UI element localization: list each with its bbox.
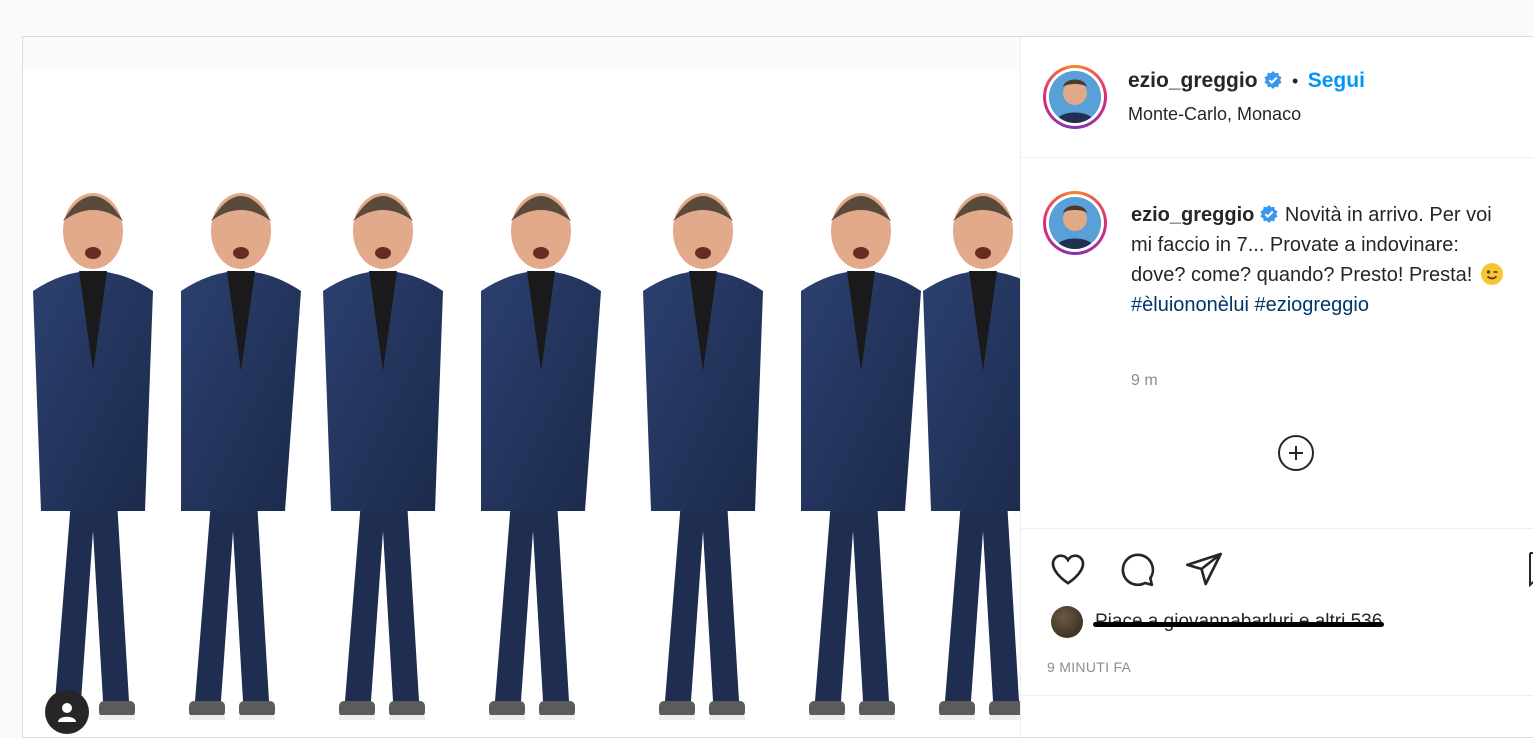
post-username[interactable]: ezio_greggio <box>1128 69 1258 92</box>
liker-avatar[interactable] <box>1051 606 1083 638</box>
caption-username[interactable]: ezio_greggio <box>1131 204 1254 226</box>
post-sidebar: ezio_greggio • Segui Monte-Carlo, Monaco <box>1021 37 1533 737</box>
header-user-line: ezio_greggio • Segui <box>1128 69 1365 93</box>
person-figure <box>33 193 153 720</box>
person-figure <box>323 193 443 720</box>
caption-text: ezio_greggio Novità in arrivo. Per voi m… <box>1131 200 1511 320</box>
redaction-mark <box>1093 622 1385 627</box>
person-figure <box>643 193 763 720</box>
avatar[interactable] <box>1043 65 1107 129</box>
post-card: ezio_greggio • Segui Monte-Carlo, Monaco <box>22 36 1533 738</box>
avatar-image <box>1049 71 1101 123</box>
post-media[interactable] <box>23 37 1021 737</box>
hashtag-link[interactable]: #eziogreggio <box>1254 294 1369 316</box>
action-bar <box>1047 547 1225 591</box>
verified-badge-icon <box>1263 71 1282 89</box>
person-figure <box>801 193 921 720</box>
person-figure <box>923 193 1020 720</box>
likes-row[interactable]: Piace a giovannabarluri e altri 536 <box>1051 605 1385 639</box>
person-figure <box>181 193 301 720</box>
post-header: ezio_greggio • Segui Monte-Carlo, Monaco <box>1021 37 1533 158</box>
follow-button[interactable]: Segui <box>1308 69 1365 92</box>
person-figure <box>481 193 601 720</box>
bookmark-icon[interactable] <box>1529 547 1533 591</box>
post-photo[interactable] <box>23 71 1020 737</box>
user-tag-icon[interactable] <box>45 690 89 734</box>
plus-circle-icon[interactable] <box>1278 435 1314 471</box>
heart-icon[interactable] <box>1047 548 1089 590</box>
comment-icon[interactable] <box>1115 548 1157 590</box>
hashtag-link[interactable]: #èluiononèlui <box>1131 294 1249 316</box>
photo-people-illustration <box>33 193 1020 720</box>
separator-dot: • <box>1291 71 1299 91</box>
winking-face-icon <box>1480 263 1503 285</box>
post-timestamp[interactable]: 9 MINUTI FA <box>1047 659 1131 675</box>
divider <box>1021 695 1533 696</box>
paper-plane-icon[interactable] <box>1183 548 1225 590</box>
caption-avatar[interactable] <box>1043 191 1107 255</box>
verified-badge-icon <box>1260 205 1278 223</box>
caption-time[interactable]: 9 m <box>1131 372 1158 390</box>
caption-section: ezio_greggio Novità in arrivo. Per voi m… <box>1021 158 1533 529</box>
post-location[interactable]: Monte-Carlo, Monaco <box>1128 104 1301 125</box>
avatar-image <box>1049 197 1101 249</box>
